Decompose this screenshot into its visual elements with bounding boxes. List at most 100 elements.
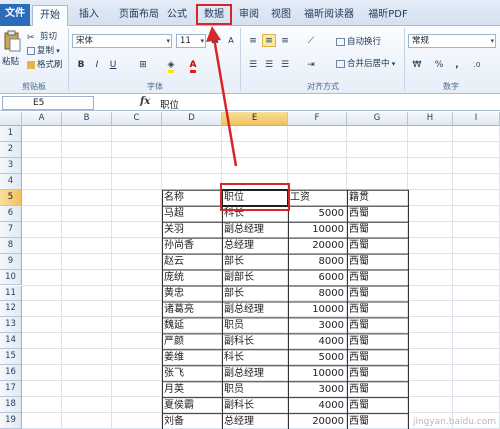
table-cell[interactable]: 副总经理: [224, 302, 287, 317]
comma-button[interactable]: ,: [450, 58, 464, 71]
row-header-9[interactable]: 9: [0, 253, 22, 270]
row-header-18[interactable]: 18: [0, 397, 22, 414]
bold-button[interactable]: B: [74, 58, 88, 71]
column-header-c[interactable]: C: [112, 112, 162, 126]
table-cell[interactable]: 西蜀: [349, 414, 407, 429]
column-header-f[interactable]: F: [288, 112, 347, 126]
row-header-19[interactable]: 19: [0, 413, 22, 429]
row-header-4[interactable]: 4: [0, 173, 22, 190]
table-cell[interactable]: 西蜀: [349, 366, 407, 381]
table-cell[interactable]: 总经理: [224, 414, 287, 429]
table-cell[interactable]: 部长: [224, 254, 287, 269]
table-cell[interactable]: 10000: [290, 222, 346, 237]
table-cell[interactable]: 孙尚香: [164, 238, 221, 253]
cut-button[interactable]: ✂ 剪切: [27, 31, 57, 43]
row-header-8[interactable]: 8: [0, 237, 22, 254]
table-cell[interactable]: 夏侯霸: [164, 398, 221, 413]
table-cell[interactable]: 西蜀: [349, 334, 407, 349]
decimal-button[interactable]: .0: [470, 58, 484, 71]
table-cell[interactable]: 6000: [290, 270, 346, 285]
table-cell[interactable]: 关羽: [164, 222, 221, 237]
table-header-cell[interactable]: 名称: [164, 190, 221, 205]
table-cell[interactable]: 西蜀: [349, 382, 407, 397]
table-cell[interactable]: 10000: [290, 302, 346, 317]
align-left-button[interactable]: ☰: [246, 58, 260, 71]
table-cell[interactable]: 西蜀: [349, 254, 407, 269]
row-header-14[interactable]: 14: [0, 333, 22, 350]
align-middle-button[interactable]: ≡: [262, 34, 276, 47]
table-cell[interactable]: 8000: [290, 286, 346, 301]
table-cell[interactable]: 职员: [224, 382, 287, 397]
column-header-h[interactable]: H: [408, 112, 453, 126]
table-cell[interactable]: 20000: [290, 414, 346, 429]
row-header-17[interactable]: 17: [0, 381, 22, 398]
formula-input[interactable]: 职位: [160, 97, 179, 111]
table-cell[interactable]: 月英: [164, 382, 221, 397]
percent-button[interactable]: %: [432, 58, 446, 71]
table-cell[interactable]: 科长: [224, 350, 287, 365]
underline-button[interactable]: U: [106, 58, 120, 71]
table-cell[interactable]: 副部长: [224, 270, 287, 285]
table-cell[interactable]: 职员: [224, 318, 287, 333]
column-header-i[interactable]: I: [453, 112, 500, 126]
column-header-d[interactable]: D: [162, 112, 222, 126]
row-header-6[interactable]: 6: [0, 205, 22, 222]
select-all-corner[interactable]: [0, 112, 22, 126]
table-cell[interactable]: 西蜀: [349, 206, 407, 221]
table-cell[interactable]: 5000: [290, 350, 346, 365]
grow-font-button[interactable]: A: [208, 34, 222, 47]
align-center-button[interactable]: ☰: [262, 58, 276, 71]
table-cell[interactable]: 4000: [290, 398, 346, 413]
row-header-5[interactable]: 5: [0, 189, 22, 206]
row-header-2[interactable]: 2: [0, 141, 22, 158]
table-cell[interactable]: 8000: [290, 254, 346, 269]
table-cell[interactable]: 西蜀: [349, 222, 407, 237]
font-name-select[interactable]: 宋体 ▾: [72, 34, 172, 48]
table-cell[interactable]: 4000: [290, 334, 346, 349]
table-cell[interactable]: 西蜀: [349, 302, 407, 317]
tab-home[interactable]: 开始: [32, 5, 68, 27]
table-cell[interactable]: 西蜀: [349, 350, 407, 365]
table-cell[interactable]: 副总经理: [224, 366, 287, 381]
tab-review[interactable]: 审阅: [234, 5, 264, 26]
column-header-a[interactable]: A: [22, 112, 62, 126]
orientation-button[interactable]: ⟋: [304, 34, 318, 47]
table-cell[interactable]: 西蜀: [349, 238, 407, 253]
table-cell[interactable]: 总经理: [224, 238, 287, 253]
borders-button[interactable]: ⊞: [136, 58, 150, 71]
number-format-select[interactable]: 常规 ▾: [408, 34, 496, 48]
paste-button[interactable]: 粘贴: [2, 30, 24, 70]
format-painter-button[interactable]: 格式刷: [27, 59, 63, 71]
shrink-font-button[interactable]: A: [224, 34, 238, 47]
row-header-7[interactable]: 7: [0, 221, 22, 238]
font-size-select[interactable]: 11 ▾: [176, 34, 206, 48]
copy-button[interactable]: 复制 ▾: [27, 45, 60, 57]
tab-foxit-pdf[interactable]: 福昕PDF: [362, 5, 414, 26]
row-header-11[interactable]: 11: [0, 285, 22, 302]
indent-button[interactable]: ⇥: [304, 58, 318, 71]
table-cell[interactable]: 3000: [290, 382, 346, 397]
tab-view[interactable]: 视图: [266, 5, 296, 26]
table-cell[interactable]: 西蜀: [349, 270, 407, 285]
table-cell[interactable]: 黄忠: [164, 286, 221, 301]
table-cell[interactable]: 20000: [290, 238, 346, 253]
table-cell[interactable]: 10000: [290, 366, 346, 381]
wrap-text-button[interactable]: 自动换行: [336, 36, 381, 48]
tab-foxit-reader[interactable]: 福昕阅读器: [300, 5, 358, 26]
tab-formulas[interactable]: 公式: [160, 5, 194, 26]
column-header-b[interactable]: B: [62, 112, 112, 126]
table-cell[interactable]: 魏延: [164, 318, 221, 333]
tab-insert[interactable]: 插入: [72, 5, 106, 26]
table-cell[interactable]: 庞统: [164, 270, 221, 285]
name-box[interactable]: E5: [2, 96, 94, 110]
italic-button[interactable]: I: [90, 58, 104, 71]
table-cell[interactable]: 张飞: [164, 366, 221, 381]
column-header-e[interactable]: E: [222, 112, 288, 126]
table-cell[interactable]: 副科长: [224, 334, 287, 349]
table-header-cell[interactable]: 籍贯: [349, 190, 407, 205]
align-bottom-button[interactable]: ≡: [278, 34, 292, 47]
table-cell[interactable]: 西蜀: [349, 398, 407, 413]
fill-color-button[interactable]: ◈: [164, 58, 178, 73]
table-cell[interactable]: 副科长: [224, 398, 287, 413]
align-right-button[interactable]: ☰: [278, 58, 292, 71]
